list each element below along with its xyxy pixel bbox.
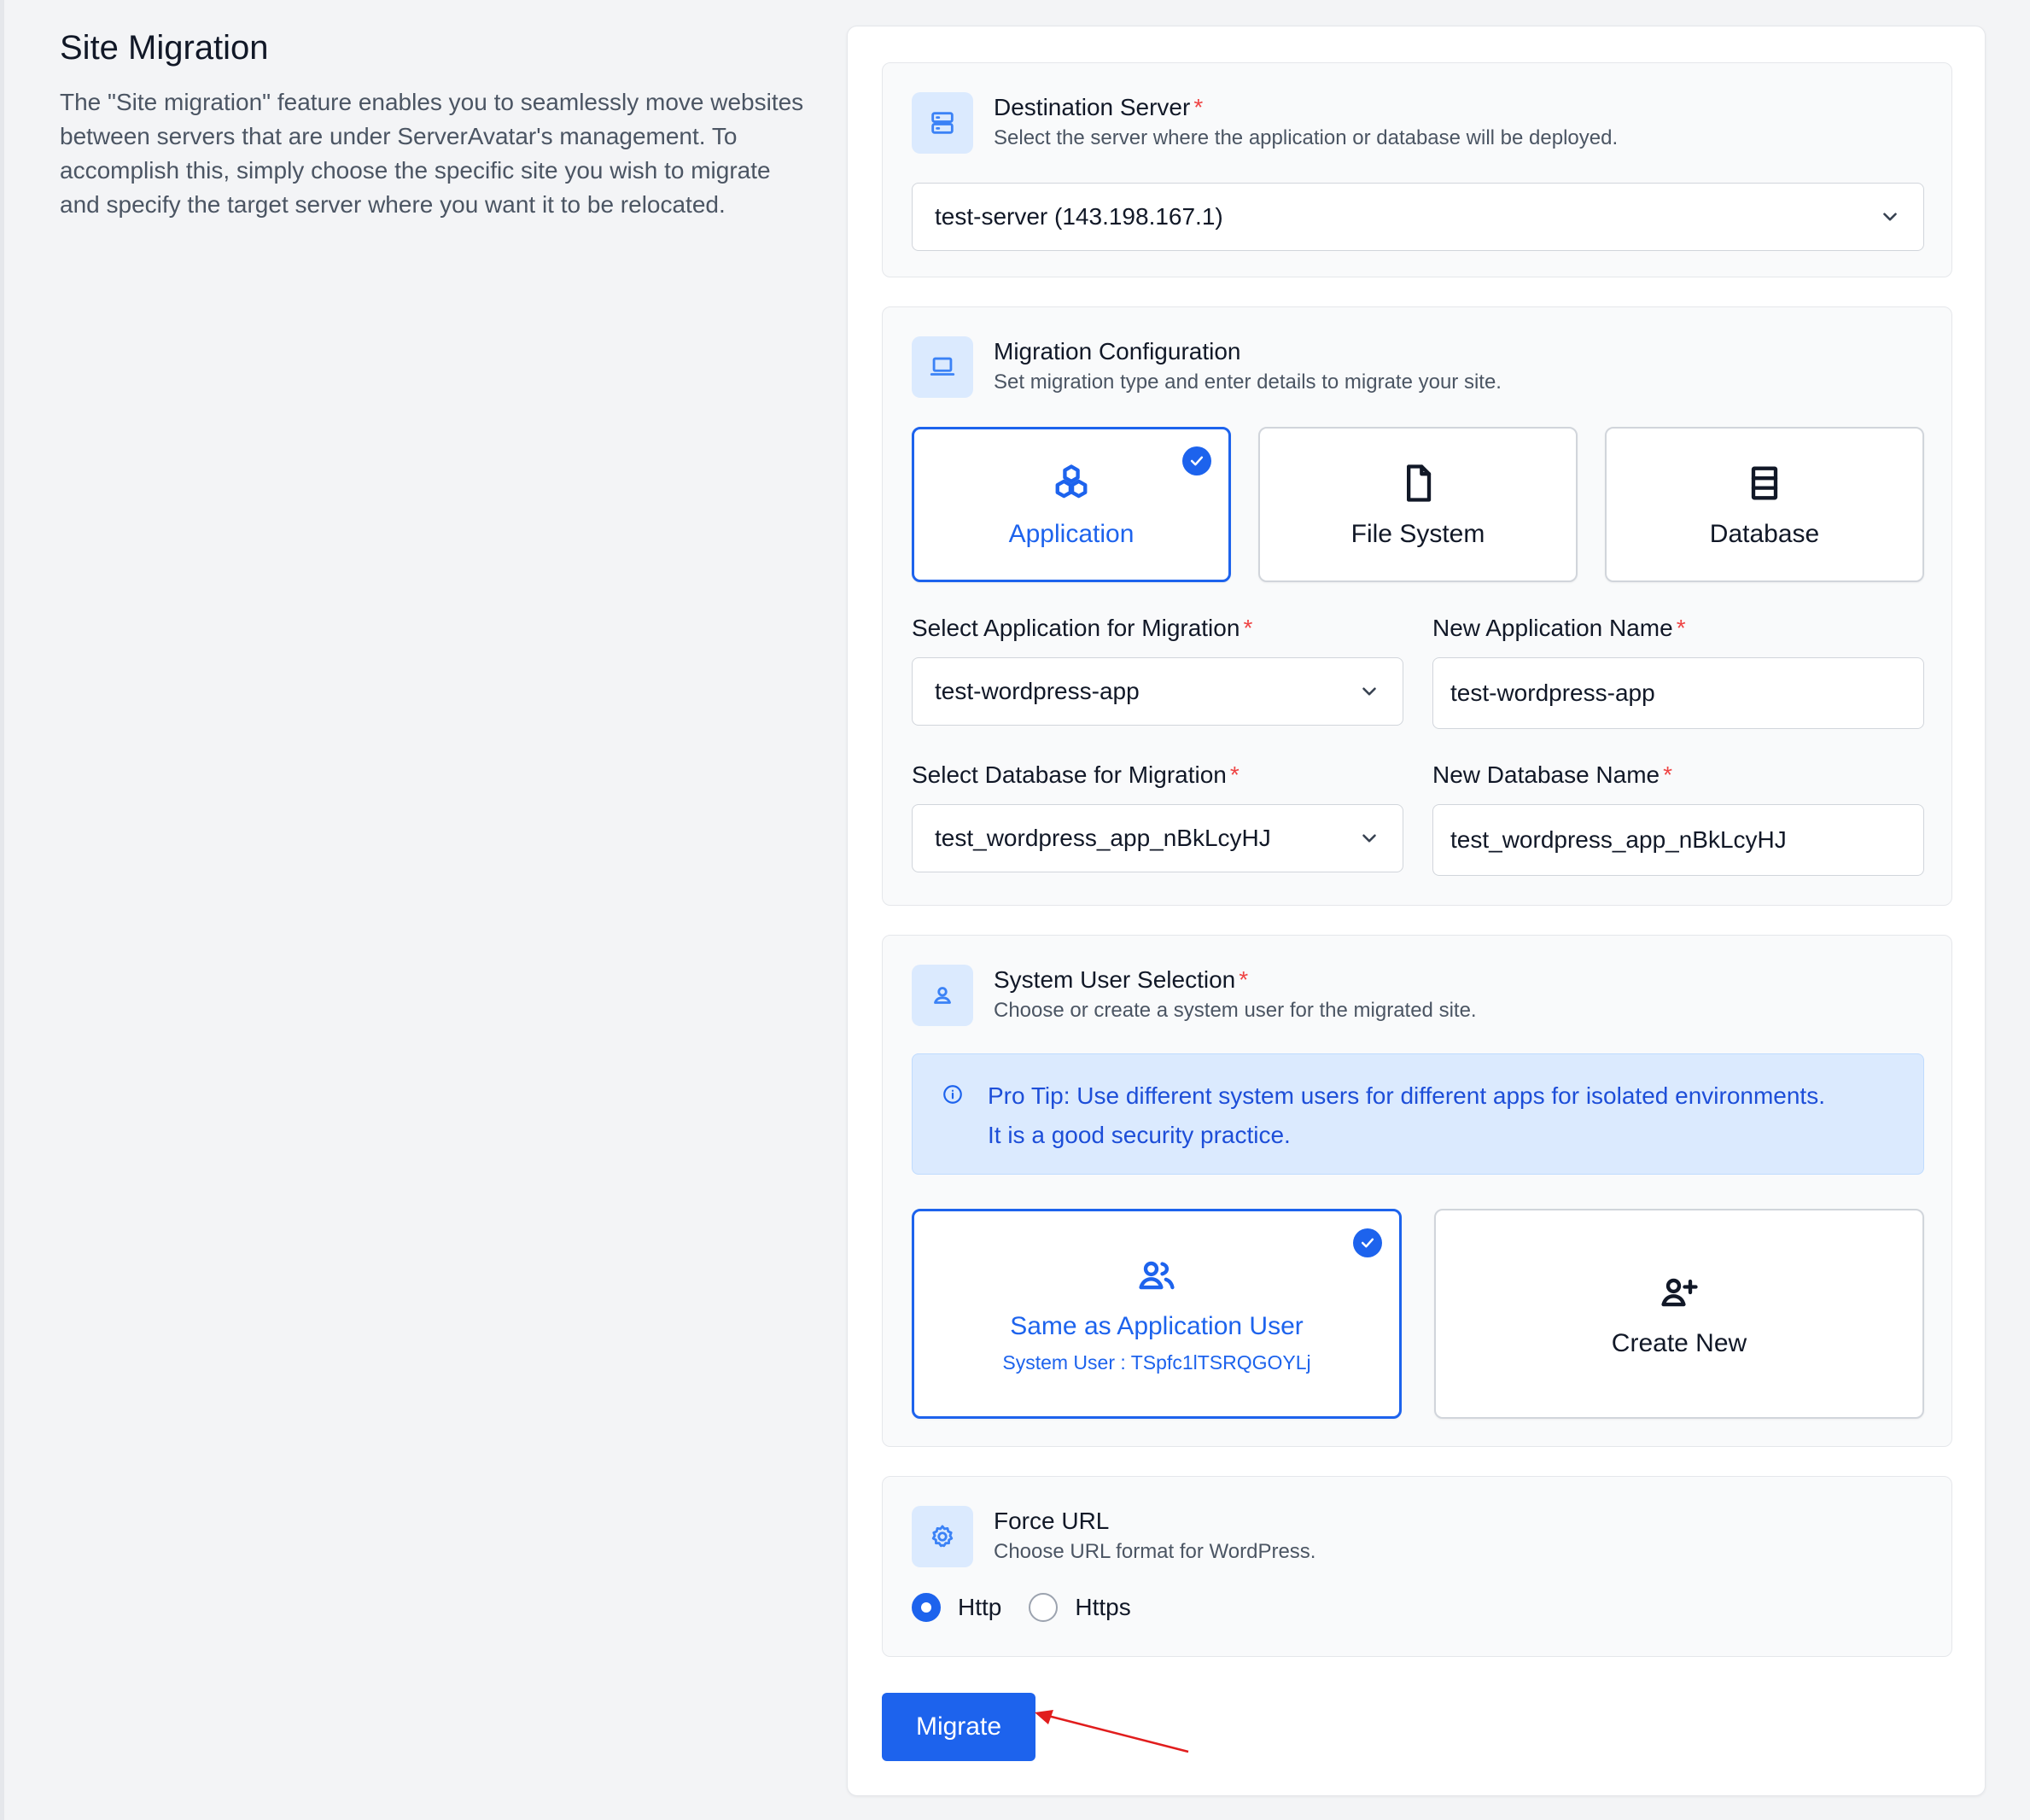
radio-https[interactable] — [1029, 1593, 1059, 1622]
system-user-name: System User : TSpfc1lTSRQGOYLj — [1002, 1351, 1311, 1374]
radio-http[interactable] — [912, 1593, 941, 1622]
destination-server-section: Destination Server * Select the server wh… — [882, 62, 1952, 277]
intro-panel: Site Migration The "Site migration" feat… — [60, 26, 811, 222]
database-icon — [1742, 461, 1787, 510]
new-application-name-value: test-wordpress-app — [1450, 680, 1655, 706]
migration-type-application[interactable]: Application — [912, 427, 1231, 582]
system-user-title: System User Selection * — [994, 966, 1249, 993]
destination-server-value: test-server (143.198.167.1) — [935, 203, 1223, 230]
file-icon — [1396, 461, 1440, 510]
system-user-section: System User Selection * Choose or create … — [882, 935, 1952, 1447]
users-icon — [1135, 1253, 1179, 1302]
select-application-label: Select Application for Migration * — [912, 615, 1253, 641]
migration-type-label: Application — [1008, 519, 1135, 548]
annotation-arrow-icon — [1035, 1710, 1189, 1753]
select-database-label: Select Database for Migration * — [912, 761, 1240, 788]
destination-server-select[interactable]: test-server (143.198.167.1) — [912, 183, 1924, 251]
migration-type-file-system[interactable]: File System — [1258, 427, 1578, 582]
server-icon — [912, 92, 973, 154]
cubes-icon — [1049, 461, 1094, 510]
migrate-button[interactable]: Migrate — [882, 1693, 1035, 1761]
migration-form-card: Destination Server * Select the server wh… — [847, 26, 1986, 1796]
select-database-dropdown[interactable]: test_wordpress_app_nBkLcyHJ — [912, 804, 1403, 872]
migration-type-label: Database — [1709, 519, 1820, 548]
pro-tip-line-2: It is a good security practice. — [988, 1122, 1291, 1148]
select-application-value: test-wordpress-app — [935, 678, 1140, 704]
new-database-name-value: test_wordpress_app_nBkLcyHJ — [1450, 826, 1787, 853]
pro-tip-line-1: Pro Tip: Use different system users for … — [988, 1082, 1825, 1109]
new-database-name-label: New Database Name * — [1432, 761, 1673, 788]
selected-check-icon — [1182, 446, 1211, 475]
new-application-name-input[interactable]: test-wordpress-app — [1432, 657, 1924, 729]
migration-configuration-description: Set migration type and enter details to … — [994, 370, 1502, 394]
destination-server-description: Select the server where the application … — [994, 126, 1619, 149]
migration-configuration-section: Migration Configuration Set migration ty… — [882, 306, 1952, 906]
select-database-value: test_wordpress_app_nBkLcyHJ — [935, 825, 1271, 851]
create-new-label: Create New — [1611, 1328, 1747, 1357]
radio-http-label[interactable]: Http — [958, 1594, 1001, 1621]
force-url-title: Force URL — [994, 1508, 1110, 1534]
system-user-description: Choose or create a system user for the m… — [994, 999, 1477, 1022]
same-as-application-user-option[interactable]: Same as Application User System User : T… — [912, 1209, 1402, 1419]
add-user-icon — [1657, 1270, 1701, 1319]
force-url-radio-group: Http Https — [912, 1593, 1158, 1622]
pro-tip-text: Pro Tip: Use different system users for … — [988, 1076, 1910, 1155]
info-icon — [942, 1083, 964, 1105]
radio-https-label[interactable]: Https — [1075, 1594, 1130, 1621]
page-title: Site Migration — [60, 29, 269, 67]
gear-icon — [912, 1506, 973, 1567]
user-icon — [912, 965, 973, 1026]
select-application-dropdown[interactable]: test-wordpress-app — [912, 657, 1403, 726]
left-border — [0, 0, 4, 1820]
chevron-down-icon — [1358, 680, 1380, 703]
pro-tip-banner: Pro Tip: Use different system users for … — [912, 1053, 1924, 1175]
new-database-name-input[interactable]: test_wordpress_app_nBkLcyHJ — [1432, 804, 1924, 876]
migration-type-database[interactable]: Database — [1605, 427, 1924, 582]
force-url-description: Choose URL format for WordPress. — [994, 1540, 1316, 1563]
same-as-application-user-label: Same as Application User — [1010, 1312, 1304, 1340]
migration-configuration-title: Migration Configuration — [994, 338, 1241, 365]
selected-check-icon — [1353, 1228, 1382, 1257]
destination-server-title: Destination Server * — [994, 94, 1204, 120]
create-new-user-option[interactable]: Create New — [1434, 1209, 1924, 1419]
page-description: The "Site migration" feature enables you… — [60, 89, 804, 218]
migration-type-label: File System — [1350, 519, 1485, 548]
chevron-down-icon — [1879, 206, 1901, 228]
force-url-section: Force URL Choose URL format for WordPres… — [882, 1476, 1952, 1657]
laptop-icon — [912, 336, 973, 398]
chevron-down-icon — [1358, 827, 1380, 849]
new-application-name-label: New Application Name * — [1432, 615, 1686, 641]
